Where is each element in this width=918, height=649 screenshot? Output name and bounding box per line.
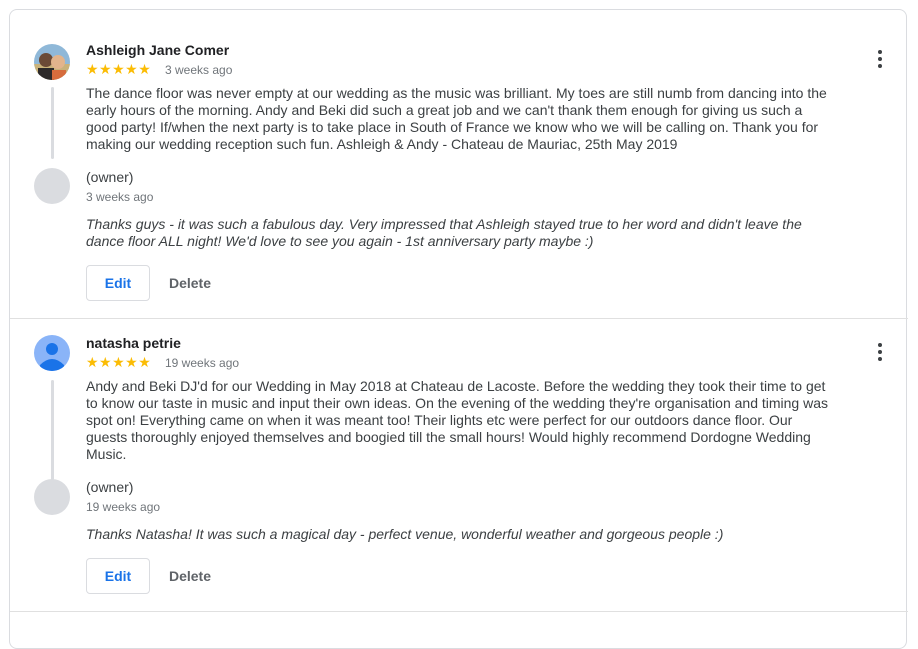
reviewer-name[interactable]: Ashleigh Jane Comer (86, 42, 229, 58)
star-rating: ★★★★★ (86, 61, 152, 77)
review-item: natasha petrie ★★★★★ 19 weeks ago Andy a… (10, 319, 908, 611)
review-date: 19 weeks ago (165, 356, 240, 370)
owner-reply-date: 3 weeks ago (86, 190, 154, 204)
owner-reply-text: Thanks guys - it was such a fabulous day… (86, 216, 802, 249)
reviewer-name[interactable]: natasha petrie (86, 335, 181, 351)
edit-reply-button[interactable]: Edit (86, 265, 150, 301)
user-photo-icon[interactable] (34, 44, 70, 80)
more-vert-icon[interactable] (870, 340, 890, 364)
thread-line (51, 87, 54, 159)
star-rating: ★★★★★ (86, 354, 152, 370)
review-item: Ashleigh Jane Comer ★★★★★ 3 weeks ago Th… (10, 10, 908, 318)
more-vert-icon[interactable] (870, 47, 890, 71)
owner-label: (owner) (86, 169, 134, 185)
owner-avatar (34, 479, 70, 515)
thread-line (51, 380, 54, 480)
person-icon[interactable] (34, 335, 70, 371)
owner-reply-date: 19 weeks ago (86, 500, 161, 514)
owner-avatar (34, 168, 70, 204)
review-text: Andy and Beki DJ'd for our Wedding in Ma… (86, 378, 828, 462)
edit-reply-button[interactable]: Edit (86, 558, 150, 594)
owner-label: (owner) (86, 479, 134, 495)
delete-reply-button[interactable]: Delete (162, 558, 218, 594)
divider (10, 611, 908, 612)
review-date: 3 weeks ago (165, 63, 233, 77)
owner-reply-text: Thanks Natasha! It was such a magical da… (86, 526, 724, 542)
review-text: The dance floor was never empty at our w… (86, 85, 827, 152)
reviews-card: Ashleigh Jane Comer ★★★★★ 3 weeks ago Th… (9, 9, 908, 649)
delete-reply-button[interactable]: Delete (162, 265, 218, 301)
